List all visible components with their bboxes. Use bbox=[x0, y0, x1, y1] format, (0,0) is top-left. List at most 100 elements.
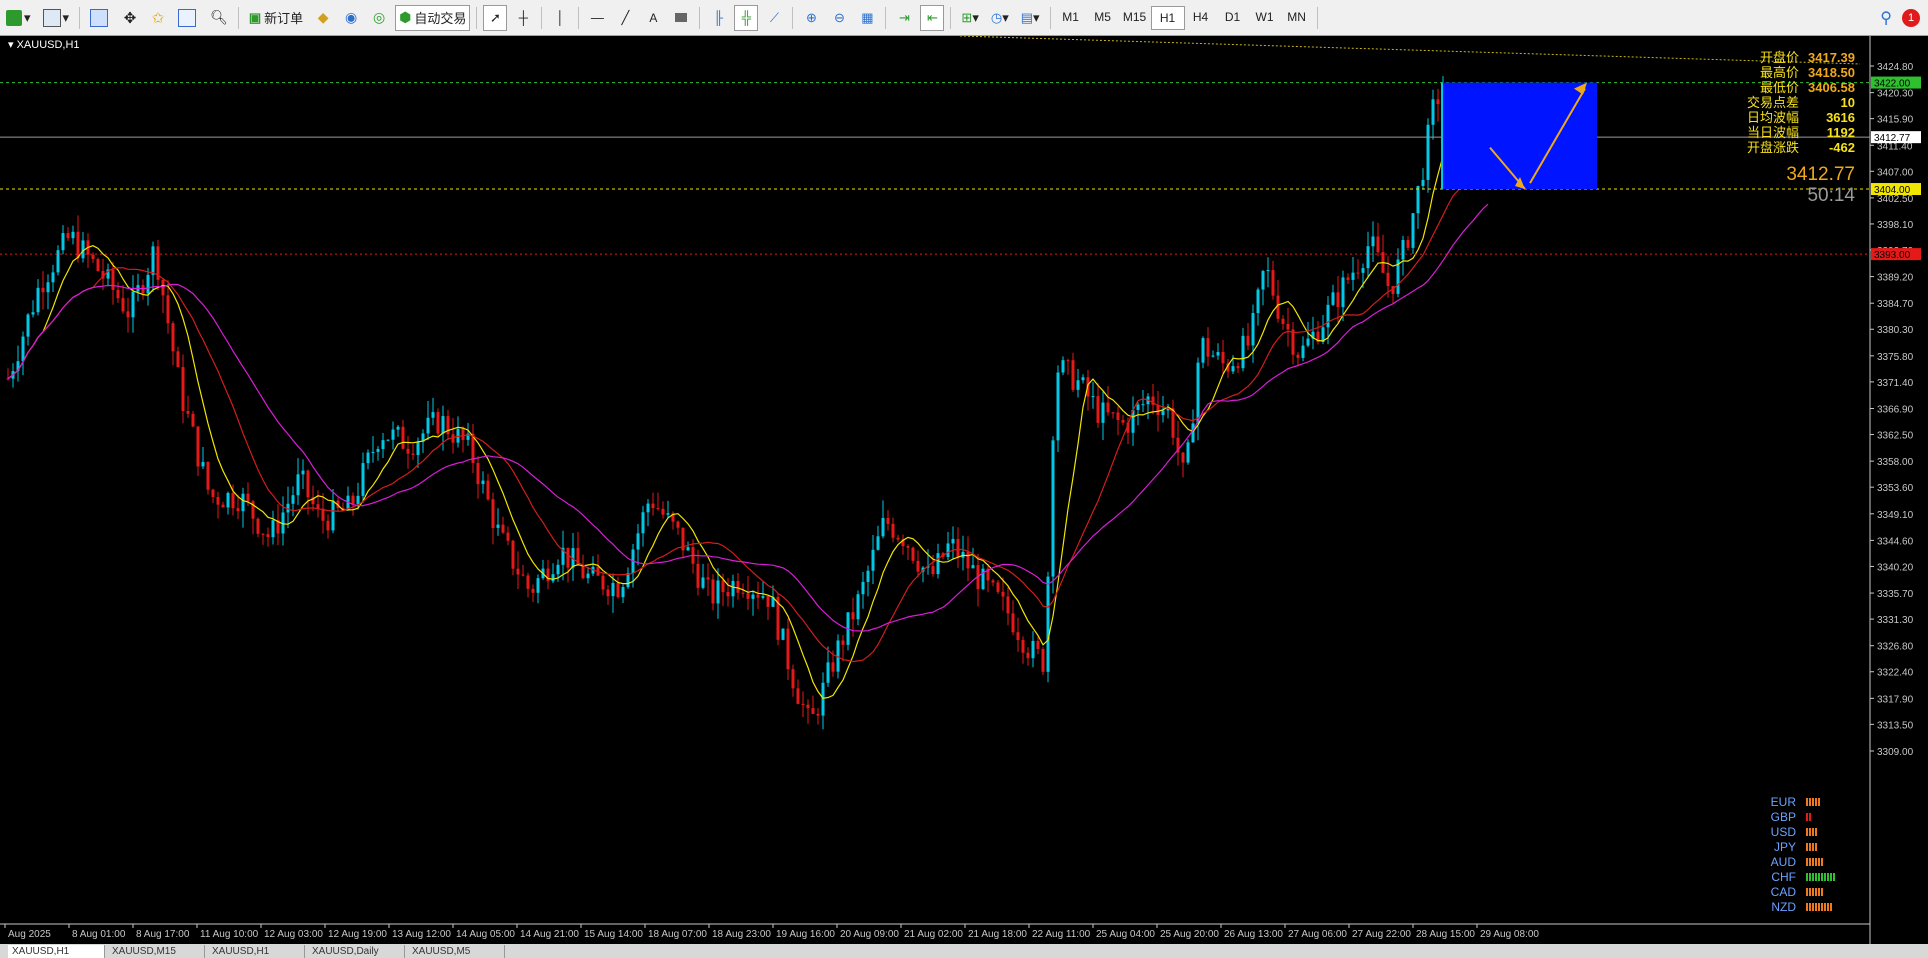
chart-tab[interactable]: XAUUSD,M15 bbox=[108, 945, 205, 958]
candle-body bbox=[546, 568, 550, 582]
candle-body bbox=[326, 520, 330, 531]
text-tool[interactable]: A bbox=[641, 5, 665, 31]
trendline-tool[interactable]: ╱ bbox=[613, 5, 637, 31]
terminal-button[interactable] bbox=[174, 5, 202, 31]
currency-name: CAD bbox=[1770, 885, 1796, 899]
cursor-tool[interactable]: ➚ bbox=[483, 4, 508, 31]
candle-body bbox=[556, 564, 560, 575]
signals-button[interactable]: ◉ bbox=[339, 5, 363, 31]
candle-body bbox=[411, 453, 415, 455]
strength-bar bbox=[1809, 828, 1811, 836]
info-value: 3616 bbox=[1826, 110, 1855, 125]
candle-body bbox=[766, 596, 770, 607]
strength-bars bbox=[1806, 795, 1821, 810]
chart-shift-button[interactable]: ⇤ bbox=[920, 4, 945, 31]
candle-body bbox=[386, 439, 390, 441]
candle-body bbox=[56, 250, 60, 273]
profiles-icon bbox=[42, 8, 61, 27]
auto-trading-button[interactable]: ⬢ 自动交易 bbox=[395, 4, 471, 31]
templates-button[interactable]: ▤ ▾ bbox=[1017, 5, 1044, 31]
candle-body bbox=[71, 231, 75, 239]
horizontal-line-tool[interactable]: — bbox=[585, 5, 609, 31]
candle-chart-button[interactable]: ╬ bbox=[734, 4, 759, 31]
timeframe-d1[interactable]: D1 bbox=[1217, 6, 1249, 28]
candle-body bbox=[141, 285, 145, 294]
tile-windows-button[interactable]: ▦ bbox=[855, 5, 879, 31]
chart-tab[interactable]: XAUUSD,H1 bbox=[8, 945, 105, 958]
candle-body bbox=[1076, 380, 1080, 390]
line-chart-button[interactable]: ⟋ bbox=[762, 5, 786, 31]
crosshair-tool[interactable]: ┼ bbox=[511, 5, 535, 31]
chart-area[interactable]: 3424.80 3420.30 3415.90 3411.40 3407.00 3402.… bbox=[0, 35, 1928, 944]
indicators-button[interactable]: ⊞ ▾ bbox=[957, 5, 982, 31]
profiles-button[interactable]: ▾ bbox=[39, 5, 74, 31]
auto-trade-icon: ⬢ bbox=[399, 9, 412, 25]
candle-body bbox=[1236, 366, 1240, 369]
bar-chart-button[interactable]: ╟ bbox=[706, 5, 730, 31]
candle-body bbox=[431, 412, 435, 418]
chart-tab[interactable]: XAUUSD,M5 bbox=[408, 945, 505, 958]
candle-body bbox=[36, 287, 40, 313]
strength-bar bbox=[1818, 903, 1820, 911]
strength-bar bbox=[1830, 903, 1832, 911]
metaeditor-button[interactable]: ◆ bbox=[311, 5, 335, 31]
timeframe-h4[interactable]: H4 bbox=[1185, 6, 1217, 28]
navigator-button[interactable]: ✩ bbox=[146, 5, 170, 31]
candle-body bbox=[331, 500, 335, 531]
data-window-button[interactable]: ✥ bbox=[118, 5, 142, 31]
candle-body bbox=[1066, 360, 1070, 362]
timeframe-m1[interactable]: M1 bbox=[1055, 6, 1087, 28]
strength-bar bbox=[1818, 798, 1820, 806]
strength-bar bbox=[1806, 858, 1808, 866]
timeframe-m15[interactable]: M15 bbox=[1119, 6, 1151, 28]
candle-body bbox=[831, 662, 835, 672]
candle-body bbox=[66, 233, 70, 239]
candle-body bbox=[826, 662, 830, 683]
zoom-out-button[interactable]: ⊖ bbox=[827, 5, 851, 31]
chart-title: ▾ XAUUSD,H1 bbox=[8, 39, 80, 51]
timeframe-mn[interactable]: MN bbox=[1281, 6, 1313, 28]
candle-body bbox=[236, 508, 240, 512]
zoom-in-button[interactable]: ⊕ bbox=[799, 5, 823, 31]
candle-body bbox=[891, 523, 895, 538]
candle-body bbox=[531, 588, 535, 593]
timeframe-h1[interactable]: H1 bbox=[1150, 5, 1185, 30]
chart-tab[interactable]: XAUUSD,Daily bbox=[308, 945, 405, 958]
candle-body bbox=[1356, 272, 1360, 274]
periods-button[interactable]: ◷ ▾ bbox=[987, 5, 1013, 31]
strength-bar bbox=[1809, 888, 1811, 896]
auto-scroll-button[interactable]: ⇥ bbox=[892, 5, 916, 31]
candle-body bbox=[1341, 277, 1345, 308]
chart-background bbox=[0, 36, 1928, 944]
candle-body bbox=[996, 582, 1000, 592]
candle-body bbox=[416, 441, 420, 455]
notification-badge[interactable]: 1 bbox=[1902, 9, 1920, 27]
market-button[interactable]: ◎ bbox=[367, 5, 391, 31]
candle-body bbox=[1351, 272, 1355, 280]
strategy-tester-button[interactable]: 🔍︎ bbox=[206, 5, 232, 31]
person-icon: ◉ bbox=[345, 9, 358, 25]
new-order-button[interactable]: ▣ 新订单 bbox=[245, 5, 307, 31]
new-chart-icon bbox=[6, 9, 22, 26]
label-tool[interactable] bbox=[669, 5, 693, 31]
candle-body bbox=[391, 429, 395, 440]
timeframe-m5[interactable]: M5 bbox=[1087, 6, 1119, 28]
candle-body bbox=[866, 570, 870, 582]
time-tick-label: 25 Aug 04:00 bbox=[1096, 929, 1155, 940]
candle-body bbox=[796, 688, 800, 704]
candle-body bbox=[1056, 372, 1060, 441]
timeframe-w1[interactable]: W1 bbox=[1249, 6, 1281, 28]
chart-tab[interactable]: XAUUSD,H1 bbox=[208, 945, 305, 958]
vertical-line-tool[interactable]: │ bbox=[548, 5, 572, 31]
candle-body bbox=[716, 580, 720, 604]
chart-title-arrow-icon: ▾ bbox=[8, 39, 17, 51]
price-chart[interactable]: 3424.803420.303415.903411.403407.003402.… bbox=[0, 35, 1928, 944]
candle-body bbox=[761, 596, 765, 598]
candle-body bbox=[1261, 271, 1265, 290]
market-watch-button[interactable] bbox=[86, 5, 114, 31]
candle-body bbox=[91, 254, 95, 260]
candle-body bbox=[1436, 99, 1440, 105]
new-chart-button[interactable]: ▾ bbox=[2, 5, 35, 31]
search-icon[interactable]: ⚲ bbox=[1880, 8, 1892, 28]
info-key: 当日波幅 bbox=[1746, 125, 1799, 140]
